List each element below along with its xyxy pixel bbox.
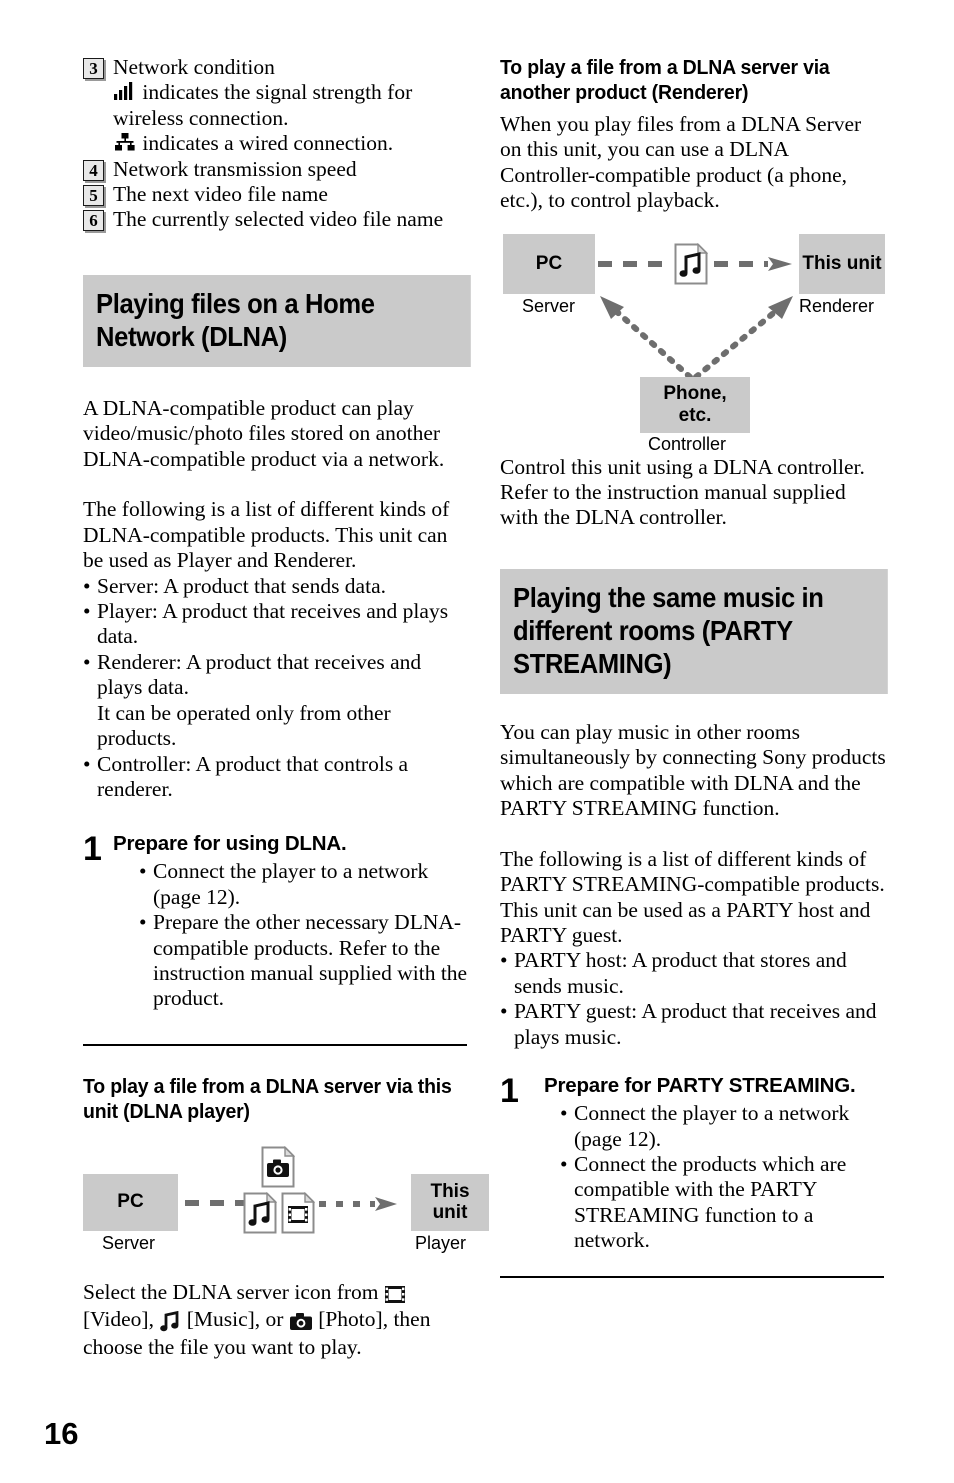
- dotted-arrows-controller: [600, 295, 793, 380]
- callout-number-badge: 4: [83, 159, 104, 181]
- bullet-dot-icon: •: [83, 649, 91, 674]
- list-item: • Renderer: A product that receives and …: [83, 649, 422, 700]
- renderer-intro-paragraph: When you play files from a DLNA Server o…: [500, 112, 862, 213]
- callout-number-badge: 6: [83, 210, 104, 232]
- step-prepare-dlna: 1 Prepare for using DLNA. • Connect the …: [83, 832, 471, 1011]
- bullet-dot-icon: •: [500, 999, 508, 1024]
- callout-number-badge: 5: [83, 185, 104, 207]
- callout-item-6: 6 The currently selected video file name: [83, 207, 471, 232]
- dashed-arrow-right: [714, 256, 792, 271]
- bullet-dot-icon: •: [500, 948, 508, 973]
- diagram-box-this-unit: This unit: [799, 233, 885, 294]
- renderer-after-diagram-text: Control this unit using a DLNA controlle…: [500, 454, 865, 530]
- page-number: 16: [44, 1416, 79, 1451]
- callout-3-wireless-line: indicates the signal strength for wirele…: [113, 80, 471, 131]
- callout-item-4: 4 Network transmission speed: [83, 157, 471, 182]
- video-icon: [384, 1282, 406, 1307]
- music-icon: [159, 1309, 181, 1334]
- step-number: 1: [500, 1072, 519, 1111]
- diagram-caption-player: Player: [415, 1232, 467, 1253]
- list-item: • Connect the player to a network (page …: [139, 859, 429, 909]
- subheading-dlna-renderer: To play a file from a DLNA server via an…: [500, 56, 830, 104]
- callout-3-wired-line: indicates a wired connection.: [113, 131, 471, 156]
- step-prepare-party-streaming: 1 Prepare for PARTY STREAMING. • Connect…: [500, 1074, 888, 1253]
- list-item: • Connect the player to a network (page …: [560, 1101, 850, 1151]
- diagram-box-controller: Phone, etc.: [640, 376, 750, 433]
- dlna-intro-paragraph: A DLNA-compatible product can play video…: [83, 395, 445, 471]
- select-text-part3: [Music], or: [186, 1307, 284, 1332]
- party-list-intro: The following is a list of different kin…: [500, 846, 885, 948]
- dlna-product-bullets: • Server: A product that sends data. • P…: [83, 574, 471, 803]
- step-title: Prepare for PARTY STREAMING.: [544, 1074, 856, 1098]
- dashed-arrow-right: [319, 1196, 397, 1211]
- step-bullet-list: • Connect the player to a network (page …: [530, 1101, 888, 1253]
- party-intro-paragraph: You can play music in other rooms simult…: [500, 719, 886, 821]
- callout-3-wired-text: indicates a wired connection.: [142, 131, 394, 156]
- dlna-list-intro: The following is a list of different kin…: [83, 497, 450, 573]
- music-file-icon: [674, 242, 708, 285]
- video-file-icon: [281, 1191, 315, 1234]
- callout-3-wireless-text: indicates the signal strength for wirele…: [113, 80, 413, 130]
- diagram-caption-controller: Controller: [648, 433, 727, 454]
- wired-connection-icon: [113, 132, 137, 152]
- dashed-connector-left: [598, 260, 672, 267]
- bullet-dot-icon: •: [560, 1151, 568, 1176]
- photo-icon: [289, 1309, 313, 1334]
- select-text-part1: Select the DLNA server icon from: [83, 1279, 379, 1304]
- step-number: 1: [83, 830, 102, 869]
- left-column: 3 Network condition indicates the signal…: [83, 55, 489, 1360]
- callout-item-3: 3 Network condition indicates the signal…: [83, 55, 471, 157]
- list-item: • PARTY guest: A product that receives a…: [500, 999, 877, 1049]
- select-text-part2: [Video],: [83, 1307, 154, 1332]
- section-divider: [500, 1275, 884, 1278]
- dlna-select-instructions: Select the DLNA server icon from [Video]…: [83, 1280, 471, 1360]
- diagram-caption-server: Server: [102, 1232, 156, 1253]
- diagram-box-this-unit: This unit: [411, 1173, 489, 1231]
- photo-file-icon: [261, 1145, 295, 1188]
- list-item-continuation: It can be operated only from other produ…: [97, 700, 391, 751]
- list-item: • Connect the products which are compati…: [560, 1151, 847, 1253]
- bullet-dot-icon: •: [560, 1101, 568, 1126]
- list-item: • Prepare the other necessary DLNA-compa…: [139, 910, 468, 1011]
- section-heading-dlna: Playing files on a Home Network (DLNA): [83, 274, 471, 367]
- callout-number-badge: 3: [83, 58, 104, 79]
- list-item: • Server: A product that sends data.: [83, 573, 386, 598]
- diagram-box-pc: PC: [83, 1173, 178, 1231]
- diagram-dlna-player: PC Server This unit Player: [83, 1145, 489, 1258]
- callout-6-title: The currently selected video file name: [113, 207, 444, 232]
- list-item: • Controller: A product that controls a …: [83, 751, 409, 801]
- numbered-callout-list: 3 Network condition indicates the signal…: [83, 55, 471, 233]
- callout-item-5: 5 The next video file name: [83, 182, 471, 207]
- subheading-dlna-player: To play a file from a DLNA server via th…: [83, 1074, 452, 1123]
- callout-4-title: Network transmission speed: [113, 156, 357, 181]
- section-heading-party-streaming: Playing the same music in different room…: [500, 568, 888, 694]
- list-item: • PARTY host: A product that stores and …: [500, 948, 847, 998]
- bullet-dot-icon: •: [83, 599, 91, 624]
- bullet-dot-icon: •: [139, 859, 147, 884]
- diagram-dlna-renderer: PC Server This unit Renderer Phone, etc.…: [500, 233, 888, 454]
- signal-strength-icon: [113, 81, 137, 101]
- step-title: Prepare for using DLNA.: [113, 832, 347, 856]
- step-bullet-list: • Connect the player to a network (page …: [113, 859, 471, 1011]
- bullet-dot-icon: •: [83, 573, 91, 598]
- callout-3-title: Network condition: [113, 55, 275, 79]
- right-column: To play a file from a DLNA server via an…: [500, 55, 888, 1278]
- diagram-box-pc: PC: [503, 233, 595, 294]
- list-item: • Player: A product that receives and pl…: [83, 599, 449, 649]
- bullet-dot-icon: •: [83, 751, 91, 776]
- callout-5-title: The next video file name: [113, 182, 328, 207]
- bullet-dot-icon: •: [139, 910, 147, 935]
- document-page: 3 Network condition indicates the signal…: [0, 0, 954, 1483]
- party-product-bullets: • PARTY host: A product that stores and …: [500, 948, 888, 1050]
- music-file-icon: [243, 1191, 277, 1234]
